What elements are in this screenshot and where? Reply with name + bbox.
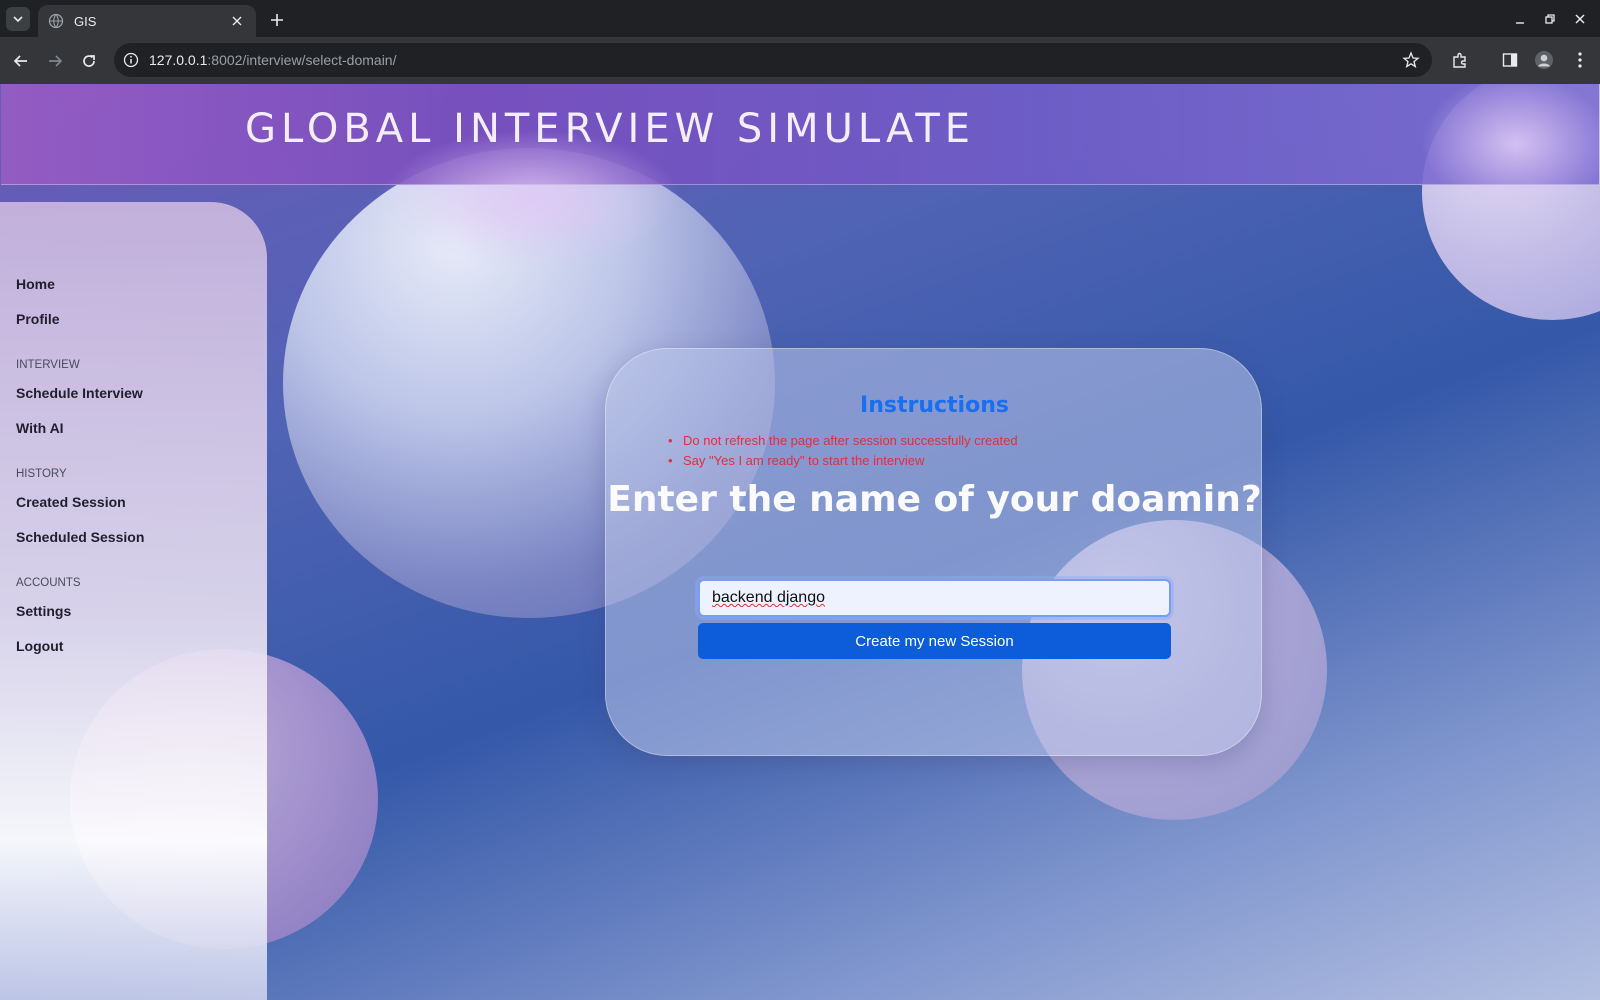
more-vert-icon	[1578, 52, 1582, 68]
url-path: :8002/interview/select-domain/	[207, 52, 397, 68]
arrow-left-icon	[13, 55, 27, 67]
create-session-card: Instructions Do not refresh the page aft…	[605, 348, 1262, 756]
back-button[interactable]	[9, 49, 33, 73]
browser-toolbar: 127.0.0.1:8002/interview/select-domain/	[0, 37, 1600, 105]
site-info-icon[interactable]	[123, 52, 139, 68]
url-host: 127.0.0.1	[149, 52, 208, 68]
plus-icon	[271, 14, 283, 26]
sidebar-item-created-session[interactable]: Created Session	[16, 494, 126, 510]
tab-search-button[interactable]	[6, 7, 30, 31]
sidebar-section-interview: INTERVIEW	[16, 359, 80, 371]
arrow-right-icon	[49, 55, 63, 67]
sidebar-item-scheduled-session[interactable]: Scheduled Session	[16, 529, 144, 545]
sidebar-item-logout[interactable]: Logout	[16, 638, 63, 654]
chevron-down-icon	[13, 16, 23, 23]
site-header: GLOBAL INTERVIEW SIMULATE	[1, 84, 1600, 269]
sidebar-item-with-ai[interactable]: With AI	[16, 420, 64, 436]
avatar-icon	[1535, 51, 1553, 69]
minimize-window-button[interactable]	[1509, 8, 1531, 30]
address-bar[interactable]: 127.0.0.1:8002/interview/select-domain/	[114, 43, 1432, 77]
instruction-item: Do not refresh the page after session su…	[668, 431, 1018, 451]
domain-input[interactable]	[698, 579, 1171, 617]
minimize-icon	[1516, 22, 1524, 24]
sidebar-section-accounts: ACCOUNTS	[16, 577, 81, 589]
globe-icon	[48, 13, 64, 29]
forward-button[interactable]	[43, 49, 67, 73]
reload-button[interactable]	[77, 49, 101, 73]
instructions-title: Instructions	[860, 393, 1009, 418]
new-tab-button[interactable]	[266, 9, 288, 31]
close-icon	[1575, 14, 1585, 24]
page-viewport: GLOBAL INTERVIEW SIMULATE Home Profile I…	[0, 84, 1600, 1000]
close-tab-icon[interactable]	[228, 12, 246, 30]
sidebar: Home Profile INTERVIEW Schedule Intervie…	[0, 202, 267, 1000]
browser-tabstrip: GIS	[0, 0, 1600, 37]
domain-question: Enter the name of your doamin?	[607, 479, 1262, 520]
url-text: 127.0.0.1:8002/interview/select-domain/	[149, 52, 397, 68]
sidebar-item-home[interactable]: Home	[16, 276, 55, 292]
instructions-list: Do not refresh the page after session su…	[668, 431, 1018, 471]
sidebar-item-settings[interactable]: Settings	[16, 603, 71, 619]
tab-title: GIS	[74, 13, 97, 29]
bookmark-star-icon[interactable]	[1402, 51, 1420, 69]
profile-avatar[interactable]	[1533, 49, 1555, 71]
puzzle-icon	[1453, 52, 1466, 68]
sidebar-section-history: HISTORY	[16, 468, 67, 480]
extensions-button[interactable]	[1449, 49, 1471, 71]
sidebar-item-profile[interactable]: Profile	[16, 311, 60, 327]
reload-icon	[83, 55, 95, 67]
browser-menu-button[interactable]	[1569, 49, 1591, 71]
restore-icon	[1545, 14, 1555, 24]
side-panel-icon	[1502, 53, 1518, 67]
restore-window-button[interactable]	[1539, 8, 1561, 30]
create-session-button[interactable]: Create my new Session	[698, 623, 1171, 659]
side-panel-button[interactable]	[1499, 49, 1521, 71]
site-title: GLOBAL INTERVIEW SIMULATE	[245, 106, 976, 152]
instruction-item: Say "Yes I am ready" to start the interv…	[668, 451, 1018, 471]
sidebar-item-schedule-interview[interactable]: Schedule Interview	[16, 385, 143, 401]
close-window-button[interactable]	[1569, 8, 1591, 30]
browser-tab[interactable]: GIS	[38, 5, 256, 37]
